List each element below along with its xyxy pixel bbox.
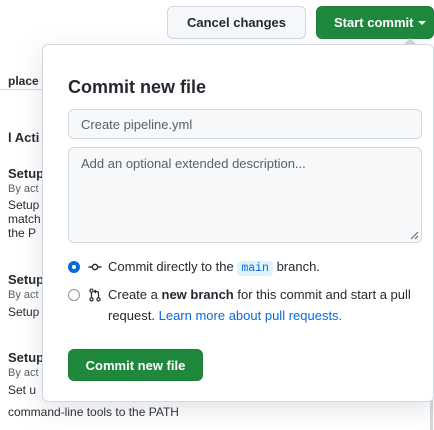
bg-item-title: Setup [8,166,45,181]
option-commit-directly[interactable]: Commit directly to the main branch. [68,259,320,279]
bg-item-desc: Setup [8,198,40,212]
commit-description-textarea[interactable] [68,147,422,243]
chevron-down-icon [418,20,427,25]
bg-item-author: By act [8,183,39,195]
git-commit-icon [88,263,102,271]
bg-item-desc: Set u [8,383,37,397]
commit-directly-radio[interactable] [68,261,80,273]
commit-new-file-button[interactable]: Commit new file [68,349,203,381]
bg-item-title: Setup [8,350,45,365]
bg-item-desc: match [8,212,41,226]
bg-heading: l Acti [8,130,40,145]
new-branch-label: Create a new branch for this commit and … [108,287,411,323]
commit-directly-label: Commit directly to the main branch. [108,259,320,276]
commit-new-file-popup: Commit new file Commit directly to the m… [42,44,434,402]
branch-name-badge: main [237,261,273,276]
bg-item-desc: Setup [8,305,40,319]
bg-item-desc: the P [8,226,37,240]
start-commit-button[interactable]: Start commit [316,6,434,39]
bg-marketplace-label: place [8,74,39,88]
start-commit-label: Start commit [334,15,414,30]
commit-summary-input[interactable] [68,109,422,139]
resize-grip-icon[interactable] [410,231,419,240]
commit-toolbar: Cancel changes Start commit [0,0,434,44]
bg-item-author: By act [8,289,39,301]
bg-item-author: By act [8,367,39,379]
cancel-changes-button[interactable]: Cancel changes [167,6,306,39]
bg-item-title: Setup [8,272,45,287]
git-pull-request-icon [89,288,101,302]
bg-item-desc-bottom: command-line tools to the PATH [8,405,179,419]
option-new-branch[interactable]: Create a new branch for this commit and … [68,287,428,326]
learn-more-pull-requests-link[interactable]: Learn more about pull requests. [159,308,343,323]
new-branch-radio[interactable] [68,289,80,301]
popup-title: Commit new file [68,77,207,97]
